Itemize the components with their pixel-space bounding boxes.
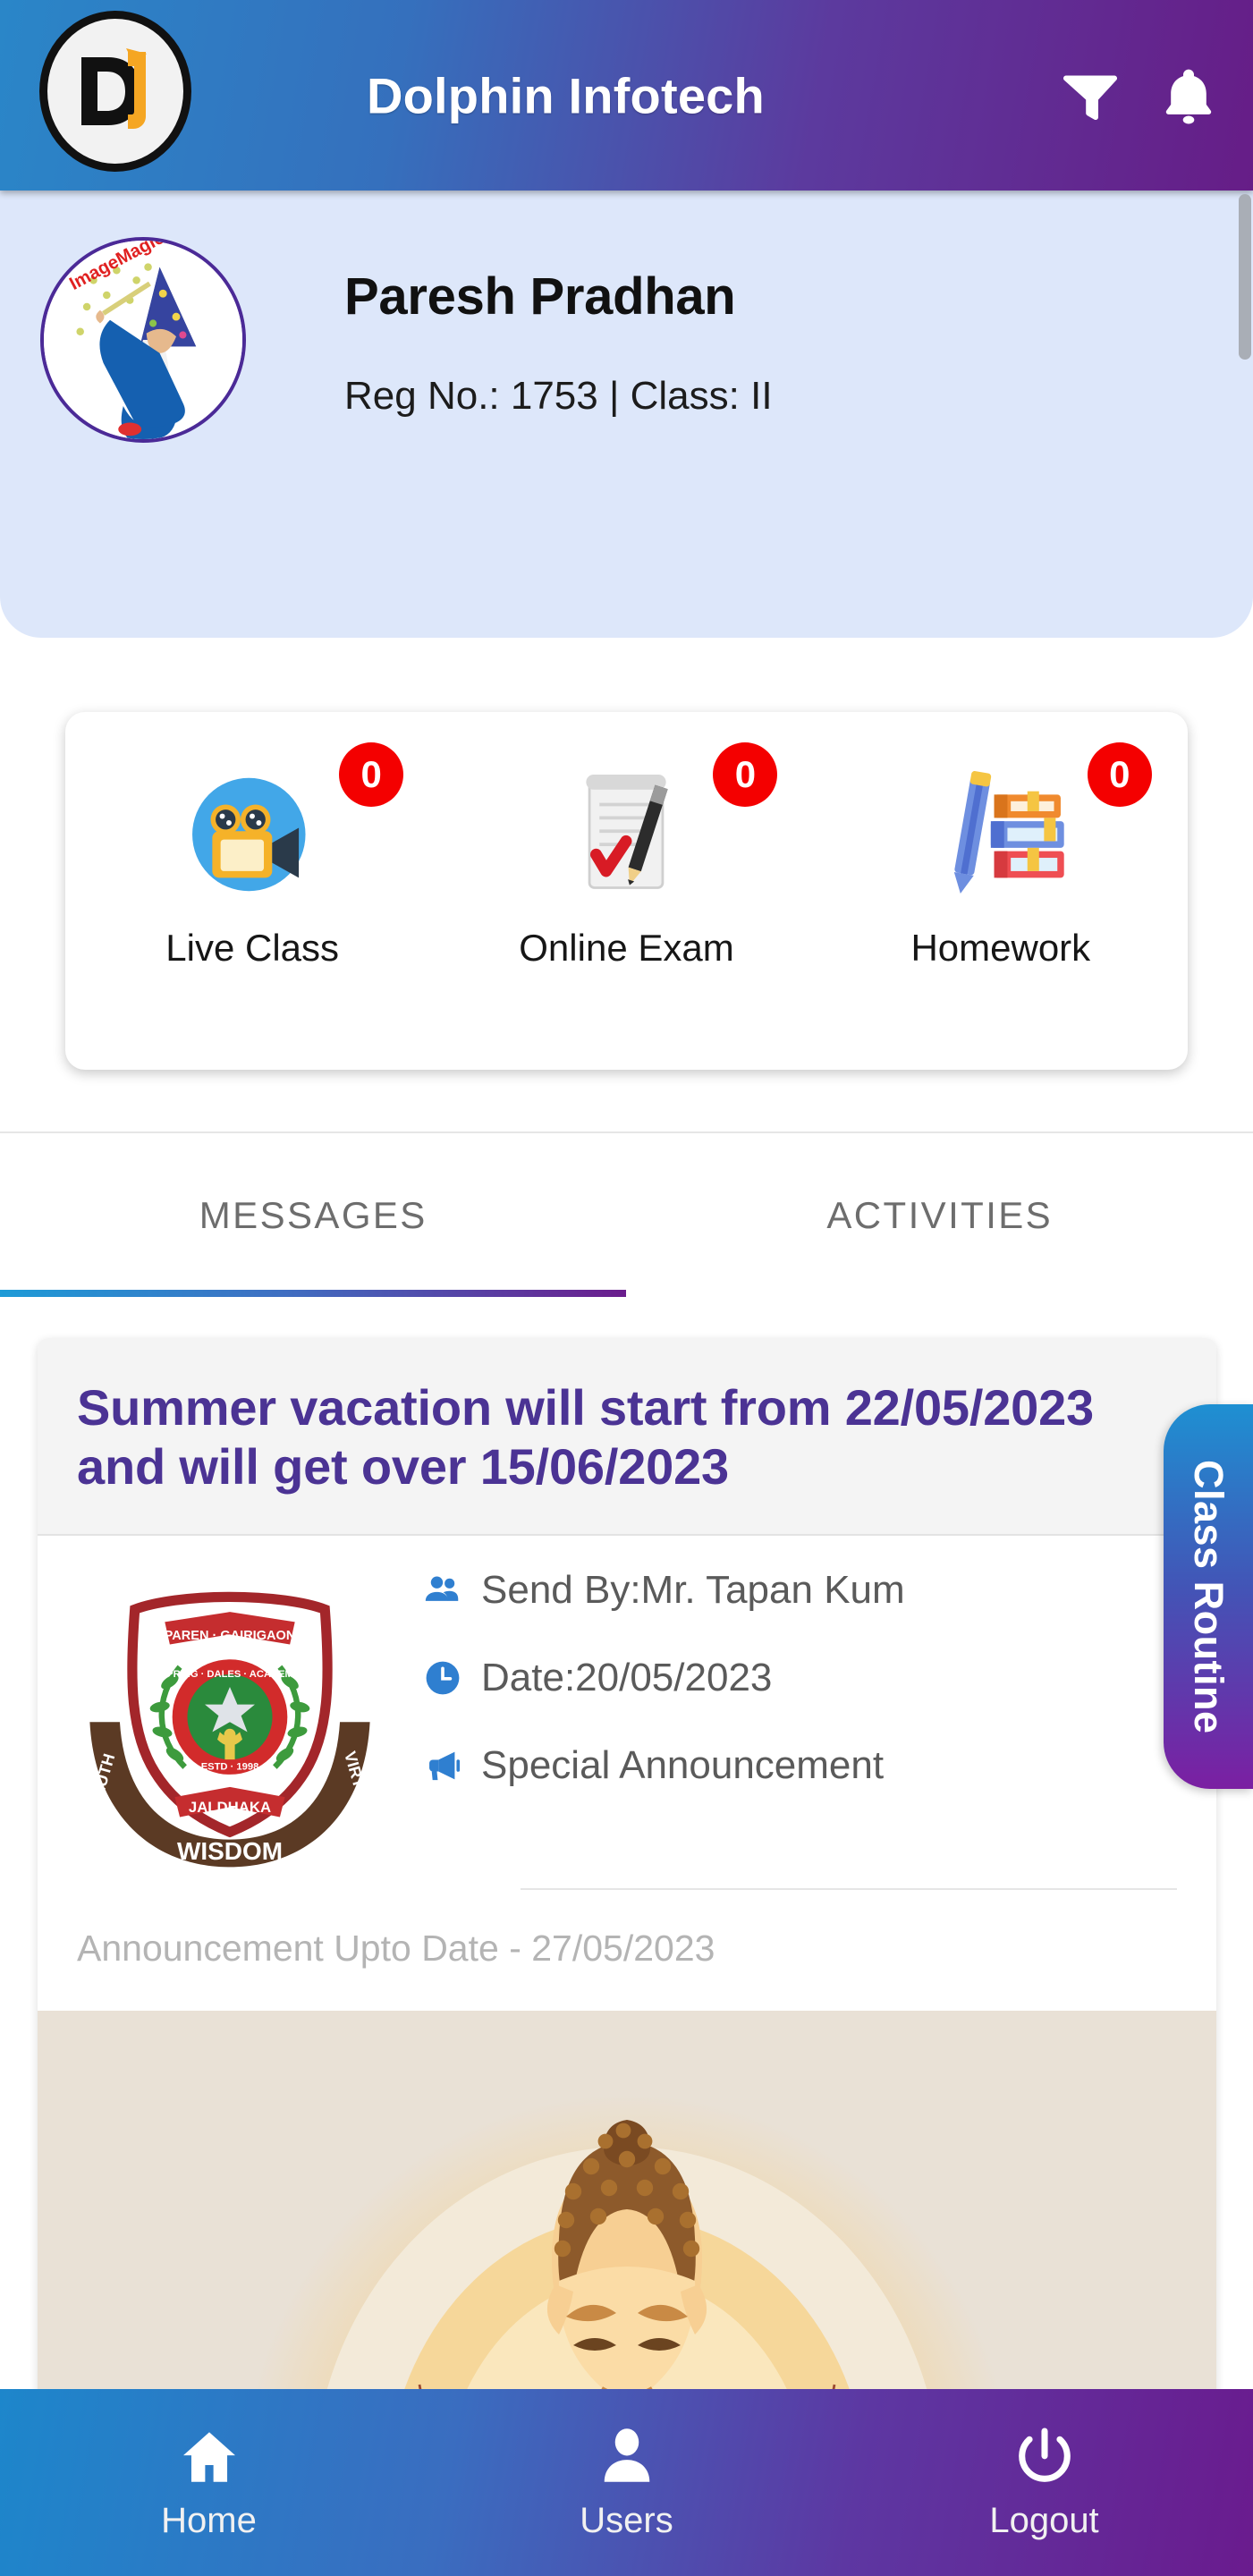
people-icon (425, 1576, 459, 1602)
clock-icon (426, 1661, 460, 1695)
home-icon (182, 2432, 235, 2482)
megaphone-icon (429, 1751, 461, 1781)
svg-text:PAREN · GAIRIGAON: PAREN · GAIRIGAON (165, 1629, 296, 1643)
school-crest-icon: PAREN · GAIRIGAON SPRING · DALES · ACADE… (86, 1591, 375, 1868)
nav-item-logout[interactable]: Logout (835, 2424, 1253, 2541)
message-title: Summer vacation will start from 22/05/20… (77, 1379, 1095, 1496)
online-exam-badge: 0 (713, 742, 778, 807)
app-bar: Dolphin Infotech (0, 0, 1253, 191)
svg-text:ESTD · 1998: ESTD · 1998 (201, 1761, 259, 1772)
quick-action-live-class[interactable]: 0 Live Class (105, 742, 404, 970)
tab-bar: MESSAGES ACTIVITIES (0, 1131, 1253, 1297)
quick-actions-card: 0 Live Class 0 Online Exam 0 Homework (65, 712, 1188, 1070)
nav-item-users[interactable]: Users (418, 2424, 835, 2541)
exam-scroll-icon (541, 750, 711, 919)
message-upto-date: Announcement Upto Date - 27/05/2023 (77, 1928, 715, 1970)
app-logo[interactable] (39, 11, 191, 172)
message-category: Special Announcement (481, 1743, 885, 1788)
page-scroll-area[interactable]: ImageMagick Paresh Pradhan Reg No.: 1753… (0, 191, 1253, 2389)
school-crest: PAREN · GAIRIGAON SPRING · DALES · ACADE… (38, 1568, 422, 1872)
power-icon (1018, 2428, 1071, 2482)
online-exam-label: Online Exam (519, 927, 734, 969)
avatar[interactable]: ImageMagick (40, 237, 246, 443)
message-category-row: Special Announcement (422, 1743, 1181, 1788)
wizard-avatar-icon: ImageMagick (44, 241, 242, 439)
message-meta: Send By:Mr. Tapan Kum Date:20/05/2023 Sp… (422, 1568, 1216, 1872)
vertical-scrollbar[interactable] (1239, 194, 1251, 360)
app-screen: Dolphin Infotech ImageMagick Paresh Prad… (0, 0, 1253, 2576)
message-sender-row: Send By:Mr. Tapan Kum (422, 1568, 1181, 1613)
profile-name: Paresh Pradhan (344, 267, 736, 326)
message-header: Summer vacation will start from 22/05/20… (38, 1338, 1216, 1537)
message-date-row: Date:20/05/2023 (422, 1656, 1181, 1700)
buddha-illustration-icon (326, 2120, 927, 2389)
books-pen-icon (916, 750, 1086, 919)
app-bar-actions (1058, 64, 1221, 128)
dolphin-infotech-logo-icon (81, 48, 147, 129)
profile-meta: Reg No.: 1753 | Class: II (344, 374, 773, 418)
tab-active-indicator (0, 1290, 626, 1297)
quick-action-homework[interactable]: 0 Homework (853, 742, 1152, 970)
svg-text:WISDOM: WISDOM (177, 1837, 283, 1865)
bell-icon[interactable] (1156, 64, 1221, 128)
quick-action-online-exam[interactable]: 0 Online Exam (478, 742, 778, 970)
homework-badge: 0 (1087, 742, 1152, 807)
message-card[interactable]: Summer vacation will start from 22/05/20… (38, 1338, 1216, 2389)
nav-label-users: Users (580, 2501, 673, 2540)
svg-text:SPRING · DALES · ACADEMY: SPRING · DALES · ACADEMY (160, 1669, 301, 1680)
message-attachment-image[interactable] (38, 2011, 1216, 2389)
nav-label-home: Home (161, 2501, 257, 2540)
app-title: Dolphin Infotech (367, 67, 765, 123)
nav-label-logout: Logout (989, 2501, 1099, 2540)
class-routine-tab[interactable]: Class Routine (1164, 1404, 1253, 1789)
filter-icon[interactable] (1058, 64, 1122, 128)
svg-text:JALDHAKA: JALDHAKA (189, 1799, 271, 1816)
live-class-badge: 0 (339, 742, 404, 807)
message-date: Date:20/05/2023 (481, 1656, 773, 1700)
message-sender: Send By:Mr. Tapan Kum (481, 1568, 905, 1613)
profile-header: ImageMagick Paresh Pradhan Reg No.: 1753… (0, 191, 1253, 638)
homework-label: Homework (910, 927, 1091, 969)
video-camera-icon (167, 750, 337, 919)
class-routine-label: Class Routine (1186, 1459, 1232, 1734)
message-body: PAREN · GAIRIGAON SPRING · DALES · ACADE… (38, 1536, 1216, 1873)
tab-messages[interactable]: MESSAGES (0, 1194, 627, 1237)
tab-activities[interactable]: ACTIVITIES (627, 1194, 1253, 1237)
person-icon (604, 2428, 649, 2482)
nav-item-home[interactable]: Home (0, 2424, 418, 2541)
bottom-navigation: Home Users Logout (0, 2389, 1253, 2576)
live-class-label: Live Class (165, 927, 340, 969)
